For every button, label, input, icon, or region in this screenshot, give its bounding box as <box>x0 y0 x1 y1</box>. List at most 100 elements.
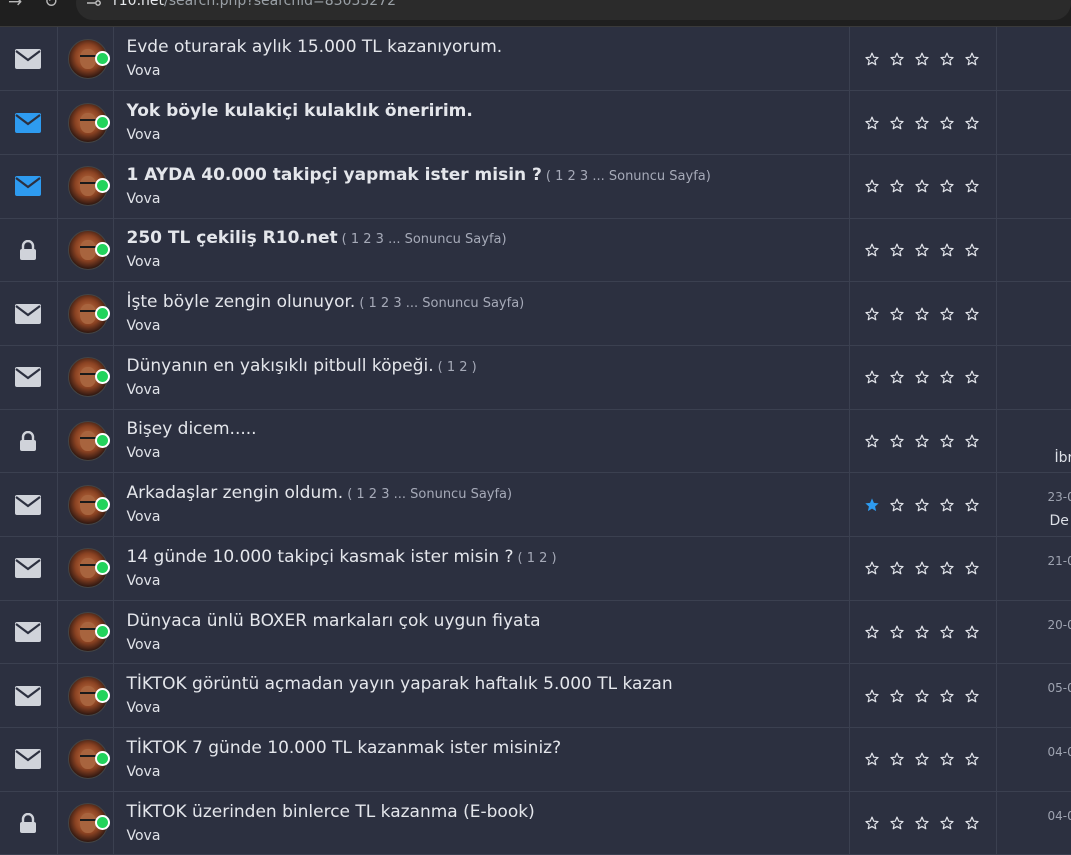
star-outline-icon[interactable] <box>914 624 930 640</box>
star-outline-icon[interactable] <box>864 115 880 131</box>
star-outline-icon[interactable] <box>889 178 905 194</box>
star-outline-icon[interactable] <box>889 751 905 767</box>
thread-pages-links[interactable]: ( 1 2 3 ... Sonuncu Sayfa) <box>359 296 524 311</box>
star-outline-icon[interactable] <box>939 369 955 385</box>
rating-stars[interactable] <box>850 560 996 576</box>
star-outline-icon[interactable] <box>914 178 930 194</box>
thread-row[interactable]: 250 TL çekiliş R10.net ( 1 2 3 ... Sonun… <box>0 218 1071 283</box>
star-outline-icon[interactable] <box>964 115 980 131</box>
star-outline-icon[interactable] <box>964 369 980 385</box>
star-outline-icon[interactable] <box>939 51 955 67</box>
thread-pages-links[interactable]: ( 1 2 3 ... Sonuncu Sayfa) <box>342 232 507 247</box>
star-outline-icon[interactable] <box>864 433 880 449</box>
thread-row[interactable]: Dünyaca ünlü BOXER markaları çok uygun f… <box>0 600 1071 665</box>
forward-arrow-icon[interactable]: → <box>8 0 22 12</box>
star-outline-icon[interactable] <box>864 815 880 831</box>
star-outline-icon[interactable] <box>889 306 905 322</box>
thread-author[interactable]: Vova <box>127 125 849 145</box>
star-filled-icon[interactable] <box>864 497 880 513</box>
avatar[interactable] <box>67 803 110 844</box>
avatar[interactable] <box>67 484 110 525</box>
rating-stars[interactable] <box>850 306 996 322</box>
star-outline-icon[interactable] <box>864 688 880 704</box>
thread-pages-links[interactable]: ( 1 2 3 ... Sonuncu Sayfa) <box>347 487 512 502</box>
thread-row[interactable]: Arkadaşlar zengin oldum. ( 1 2 3 ... Son… <box>0 472 1071 537</box>
star-outline-icon[interactable] <box>964 497 980 513</box>
thread-pages-links[interactable]: ( 1 2 ) <box>438 360 477 375</box>
star-outline-icon[interactable] <box>889 242 905 258</box>
rating-stars[interactable] <box>850 497 996 513</box>
star-outline-icon[interactable] <box>939 560 955 576</box>
star-outline-icon[interactable] <box>914 433 930 449</box>
rating-stars[interactable] <box>850 815 996 831</box>
star-outline-icon[interactable] <box>864 306 880 322</box>
star-outline-icon[interactable] <box>889 51 905 67</box>
star-outline-icon[interactable] <box>889 624 905 640</box>
rating-stars[interactable] <box>850 688 996 704</box>
star-outline-icon[interactable] <box>889 369 905 385</box>
star-outline-icon[interactable] <box>914 815 930 831</box>
avatar[interactable] <box>67 229 110 270</box>
thread-title-link[interactable]: TİKTOK üzerinden binlerce TL kazanma (E-… <box>127 801 535 823</box>
star-outline-icon[interactable] <box>964 560 980 576</box>
thread-title-link[interactable]: Arkadaşlar zengin oldum. <box>127 482 344 504</box>
star-outline-icon[interactable] <box>939 178 955 194</box>
star-outline-icon[interactable] <box>964 306 980 322</box>
thread-title-link[interactable]: Yok böyle kulakiçi kulaklık öneririm. <box>127 100 473 122</box>
star-outline-icon[interactable] <box>864 178 880 194</box>
star-outline-icon[interactable] <box>914 497 930 513</box>
thread-row[interactable]: İşte böyle zengin olunuyor. ( 1 2 3 ... … <box>0 281 1071 346</box>
star-outline-icon[interactable] <box>889 497 905 513</box>
star-outline-icon[interactable] <box>939 115 955 131</box>
star-outline-icon[interactable] <box>939 306 955 322</box>
thread-row[interactable]: Bişey dicem..... Vova İbra <box>0 409 1071 474</box>
avatar[interactable] <box>67 293 110 334</box>
star-outline-icon[interactable] <box>914 51 930 67</box>
avatar[interactable] <box>67 38 110 79</box>
thread-title-link[interactable]: 1 AYDA 40.000 takipçi yapmak ister misin… <box>127 164 542 186</box>
rating-stars[interactable] <box>850 242 996 258</box>
star-outline-icon[interactable] <box>939 751 955 767</box>
thread-author[interactable]: Vova <box>127 507 849 527</box>
thread-author[interactable]: Vova <box>127 635 849 655</box>
thread-author[interactable]: Vova <box>127 316 849 336</box>
star-outline-icon[interactable] <box>889 688 905 704</box>
avatar[interactable] <box>67 102 110 143</box>
thread-title-link[interactable]: Dünyaca ünlü BOXER markaları çok uygun f… <box>127 610 541 632</box>
star-outline-icon[interactable] <box>864 624 880 640</box>
star-outline-icon[interactable] <box>964 815 980 831</box>
thread-title-link[interactable]: Evde oturarak aylık 15.000 TL kazanıyoru… <box>127 36 503 58</box>
thread-row[interactable]: Yok böyle kulakiçi kulaklık öneririm. Vo… <box>0 90 1071 155</box>
thread-row[interactable]: Dünyanın en yakışıklı pitbull köpeği. ( … <box>0 345 1071 410</box>
star-outline-icon[interactable] <box>864 369 880 385</box>
star-outline-icon[interactable] <box>964 242 980 258</box>
thread-pages-links[interactable]: ( 1 2 ) <box>518 551 557 566</box>
star-outline-icon[interactable] <box>864 51 880 67</box>
avatar[interactable] <box>67 420 110 461</box>
star-outline-icon[interactable] <box>889 433 905 449</box>
avatar[interactable] <box>67 357 110 398</box>
thread-author[interactable]: Vova <box>127 698 849 718</box>
star-outline-icon[interactable] <box>914 369 930 385</box>
star-outline-icon[interactable] <box>939 815 955 831</box>
thread-row[interactable]: 14 günde 10.000 takipçi kasmak ister mis… <box>0 536 1071 601</box>
thread-pages-links[interactable]: ( 1 2 3 ... Sonuncu Sayfa) <box>546 169 711 184</box>
thread-author[interactable]: Vova <box>127 443 849 463</box>
thread-author[interactable]: Vova <box>127 189 849 209</box>
thread-row[interactable]: 1 AYDA 40.000 takipçi yapmak ister misin… <box>0 154 1071 219</box>
thread-row[interactable]: TİKTOK görüntü açmadan yayın yaparak haf… <box>0 663 1071 729</box>
avatar[interactable] <box>67 675 110 716</box>
star-outline-icon[interactable] <box>939 242 955 258</box>
star-outline-icon[interactable] <box>914 751 930 767</box>
star-outline-icon[interactable] <box>964 688 980 704</box>
star-outline-icon[interactable] <box>964 433 980 449</box>
avatar[interactable] <box>67 548 110 589</box>
star-outline-icon[interactable] <box>864 242 880 258</box>
star-outline-icon[interactable] <box>964 751 980 767</box>
avatar[interactable] <box>67 166 110 207</box>
star-outline-icon[interactable] <box>889 115 905 131</box>
star-outline-icon[interactable] <box>964 624 980 640</box>
thread-author[interactable]: Vova <box>127 380 849 400</box>
thread-row[interactable]: Evde oturarak aylık 15.000 TL kazanıyoru… <box>0 27 1071 92</box>
thread-author[interactable]: Vova <box>127 61 849 81</box>
